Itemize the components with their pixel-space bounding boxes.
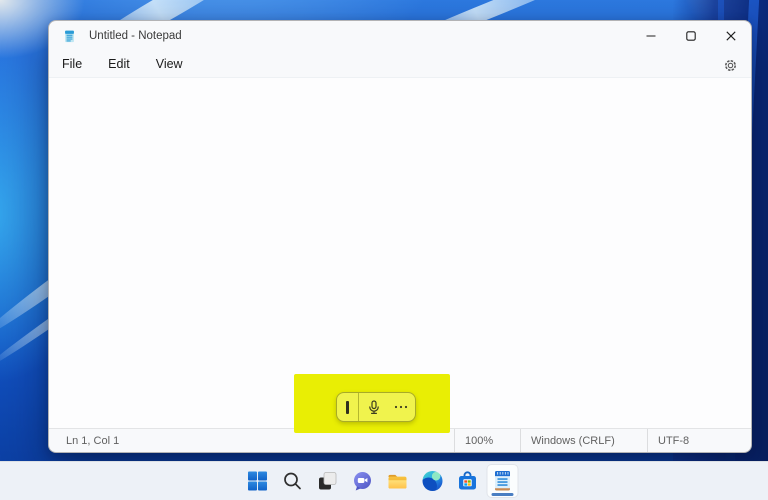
taskbar [0,461,768,500]
more-icon [394,405,407,409]
gear-icon [724,59,736,71]
search-icon [284,472,301,490]
chat-icon [354,472,371,491]
text-cursor-segment [337,393,359,421]
notepad-app-icon [65,30,74,42]
folder-icon [388,474,407,489]
maximize-icon [686,31,696,41]
taskbar-file-explorer-button[interactable] [383,465,413,497]
taskbar-edge-button[interactable] [418,465,448,497]
menu-view[interactable]: View [143,53,196,75]
close-icon [726,31,736,41]
taskbar-search-button[interactable] [278,465,308,497]
notepad-icon [495,471,510,491]
more-options-button[interactable] [394,405,408,409]
taskbar-notepad-button[interactable] [487,465,518,497]
text-cursor-icon [346,400,349,414]
cursor-position: Ln 1, Col 1 [66,434,120,447]
highlight-annotation [294,374,450,433]
encoding: UTF-8 [647,429,751,452]
menu-bar: File Edit View [49,51,751,77]
microphone-icon [368,399,379,414]
taskbar-start-button[interactable] [243,465,273,497]
edge-icon [422,471,443,491]
desktop: Untitled - Notepad File Edit View Ln 1, … [0,0,768,500]
voice-typing-toolbar[interactable] [336,392,416,422]
store-icon [459,471,476,490]
menu-edit[interactable]: Edit [95,53,143,75]
minimize-icon [646,35,656,37]
active-app-indicator [491,493,514,496]
menu-file[interactable]: File [49,53,95,75]
window-controls [631,21,751,51]
zoom-level: 100% [454,429,520,452]
taskbar-task-view-button[interactable] [313,465,343,497]
taskbar-icons [243,465,518,497]
window-title: Untitled - Notepad [89,30,182,42]
maximize-button[interactable] [671,21,711,51]
settings-button[interactable] [721,56,739,74]
voice-toolbar-buttons [359,393,415,421]
title-bar[interactable]: Untitled - Notepad [49,21,751,51]
minimize-button[interactable] [631,21,671,51]
close-button[interactable] [711,21,751,51]
taskbar-chat-button[interactable] [348,465,378,497]
windows-logo-icon [248,471,267,491]
microphone-button[interactable] [367,399,381,415]
line-ending: Windows (CRLF) [520,429,647,452]
task-view-icon [319,472,337,490]
status-bar-right: 100% Windows (CRLF) UTF-8 [454,429,751,452]
taskbar-store-button[interactable] [453,465,483,497]
